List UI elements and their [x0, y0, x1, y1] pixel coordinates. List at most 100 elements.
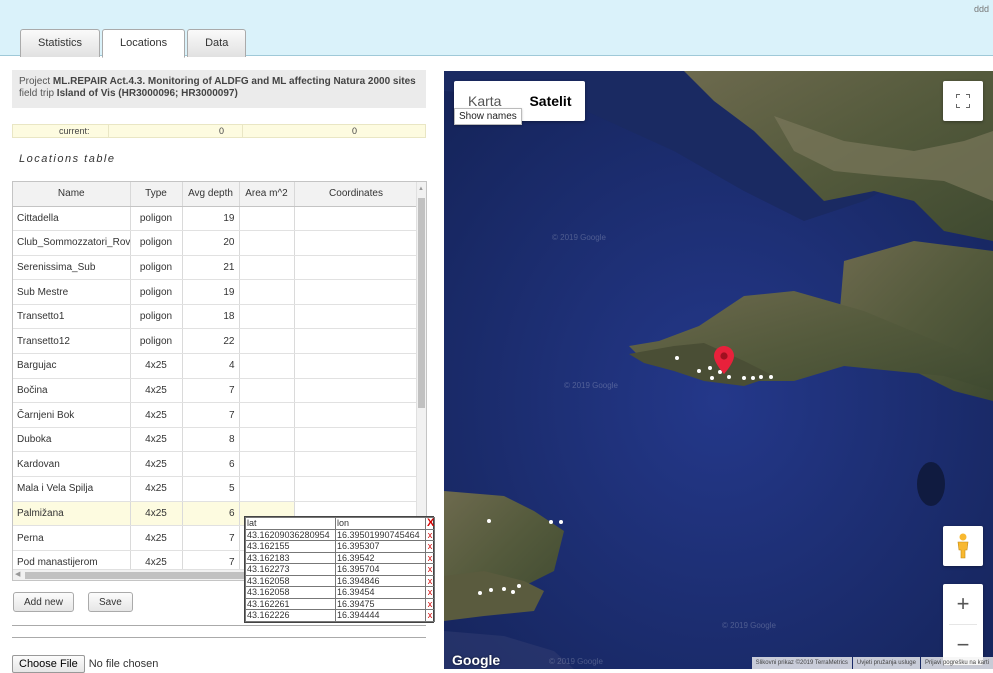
- cell-type[interactable]: poligon: [130, 279, 183, 305]
- cell-coordinates[interactable]: [294, 451, 419, 478]
- table-horizontal-scroll-thumb[interactable]: [25, 572, 250, 579]
- delete-coordinate-button[interactable]: x: [425, 528, 435, 541]
- scroll-left-arrow-icon[interactable]: ◀: [15, 570, 20, 578]
- cell-area[interactable]: [239, 328, 295, 355]
- lat-value[interactable]: 43.16209036280954: [245, 528, 336, 541]
- table-row[interactable]: Bargujac 4x25 4: [13, 353, 419, 379]
- delete-coordinate-button[interactable]: x: [425, 574, 435, 587]
- cell-coordinates[interactable]: [294, 279, 419, 305]
- cell-name[interactable]: Perna: [13, 525, 131, 551]
- location-marker-icon[interactable]: [714, 346, 734, 374]
- close-popup-button[interactable]: X: [425, 517, 435, 530]
- cell-coordinates[interactable]: [294, 206, 419, 232]
- lon-value[interactable]: 16.394846: [335, 574, 426, 587]
- cell-type[interactable]: poligon: [130, 230, 183, 256]
- cell-area[interactable]: [239, 353, 295, 379]
- cell-coordinates[interactable]: [294, 255, 419, 281]
- cell-type[interactable]: 4x25: [130, 353, 183, 379]
- cell-avg-depth[interactable]: 7: [182, 525, 240, 551]
- cell-avg-depth[interactable]: 5: [182, 476, 240, 502]
- cell-coordinates[interactable]: [294, 353, 419, 379]
- cell-name[interactable]: Bargujac: [13, 353, 131, 379]
- lat-value[interactable]: 43.162155: [245, 540, 336, 553]
- cell-type[interactable]: 4x25: [130, 451, 183, 478]
- table-vertical-scroll-thumb[interactable]: [418, 198, 425, 408]
- cell-area[interactable]: [239, 279, 295, 305]
- cell-avg-depth[interactable]: 8: [182, 427, 240, 453]
- cell-name[interactable]: Čarnjeni Bok: [13, 402, 131, 428]
- cell-name[interactable]: Kardovan: [13, 451, 131, 478]
- street-view-button[interactable]: [943, 526, 983, 566]
- cell-area[interactable]: [239, 476, 295, 502]
- scroll-up-arrow-icon[interactable]: ▲: [418, 186, 424, 192]
- cell-coordinates[interactable]: [294, 230, 419, 256]
- cell-avg-depth[interactable]: 18: [182, 304, 240, 330]
- terms-link[interactable]: Uvjeti pružanja usluge: [852, 657, 920, 669]
- choose-file-button[interactable]: Choose File: [12, 655, 85, 673]
- table-row[interactable]: Transetto12 poligon 22: [13, 328, 419, 355]
- delete-coordinate-button[interactable]: x: [425, 551, 435, 564]
- lon-value[interactable]: 16.39501990745464: [335, 528, 426, 541]
- cell-coordinates[interactable]: [294, 402, 419, 428]
- cell-coordinates[interactable]: [294, 378, 419, 404]
- cell-area[interactable]: [239, 230, 295, 256]
- cell-name[interactable]: Palmižana: [13, 501, 131, 527]
- column-header-area[interactable]: Area m^2: [239, 182, 295, 207]
- cell-area[interactable]: [239, 427, 295, 453]
- lon-value[interactable]: 16.39475: [335, 597, 426, 610]
- table-row[interactable]: Bočina 4x25 7: [13, 378, 419, 404]
- cell-avg-depth[interactable]: 21: [182, 255, 240, 281]
- cell-name[interactable]: Transetto1: [13, 304, 131, 330]
- lat-value[interactable]: 43.162183: [245, 551, 336, 564]
- cell-type[interactable]: poligon: [130, 304, 183, 330]
- table-row[interactable]: Serenissima_Sub poligon 21: [13, 255, 419, 281]
- cell-avg-depth[interactable]: 7: [182, 378, 240, 404]
- lon-value[interactable]: 16.395704: [335, 563, 426, 576]
- column-header-avg-depth[interactable]: Avg depth: [182, 182, 240, 207]
- table-vertical-scrollbar[interactable]: ▲: [416, 182, 426, 570]
- lat-value[interactable]: 43.162058: [245, 586, 336, 599]
- lon-value[interactable]: 16.395307: [335, 540, 426, 553]
- lat-value[interactable]: 43.162261: [245, 597, 336, 610]
- fullscreen-button[interactable]: [943, 81, 983, 121]
- table-row[interactable]: Club_Sommozzatori_Rovigopoligon20: [13, 230, 419, 256]
- cell-avg-depth[interactable]: 22: [182, 328, 240, 355]
- cell-type[interactable]: 4x25: [130, 402, 183, 428]
- table-row[interactable]: Transetto1 poligon 18: [13, 304, 419, 330]
- lon-value[interactable]: 16.39542: [335, 551, 426, 564]
- cell-coordinates[interactable]: [294, 427, 419, 453]
- cell-name[interactable]: Serenissima_Sub: [13, 255, 131, 281]
- lat-value[interactable]: 43.162226: [245, 609, 336, 622]
- cell-coordinates[interactable]: [294, 476, 419, 502]
- lon-value[interactable]: 16.39454: [335, 586, 426, 599]
- table-row[interactable]: Cittadella poligon 19: [13, 206, 419, 232]
- add-new-button[interactable]: Add new: [13, 592, 74, 612]
- map-view[interactable]: © 2019 Google © 2019 Google © 2019 Googl…: [444, 71, 993, 669]
- tab-statistics[interactable]: Statistics: [20, 29, 101, 57]
- cell-type[interactable]: 4x25: [130, 427, 183, 453]
- save-button[interactable]: Save: [88, 592, 133, 612]
- cell-name[interactable]: Sub Mestre: [13, 279, 131, 305]
- cell-type[interactable]: poligon: [130, 328, 183, 355]
- column-header-type[interactable]: Type: [130, 182, 183, 207]
- column-header-coordinates[interactable]: Coordinates: [294, 182, 419, 207]
- delete-coordinate-button[interactable]: x: [425, 563, 435, 576]
- cell-type[interactable]: 4x25: [130, 501, 183, 527]
- cell-type[interactable]: poligon: [130, 206, 183, 232]
- delete-coordinate-button[interactable]: x: [425, 609, 435, 622]
- cell-area[interactable]: [239, 206, 295, 232]
- table-row[interactable]: Čarnjeni Bok 4x25 7: [13, 402, 419, 428]
- report-error-link[interactable]: Prijavi pogrešku na karti: [920, 657, 993, 669]
- cell-name[interactable]: Club_Sommozzatori_Rovigo: [13, 230, 131, 256]
- cell-type[interactable]: poligon: [130, 255, 183, 281]
- tab-locations[interactable]: Locations: [102, 29, 186, 58]
- cell-area[interactable]: [239, 402, 295, 428]
- cell-coordinates[interactable]: [294, 304, 419, 330]
- cell-area[interactable]: [239, 255, 295, 281]
- table-row[interactable]: Kardovan 4x25 6: [13, 451, 419, 478]
- tab-data[interactable]: Data: [187, 29, 247, 57]
- table-row[interactable]: Mala i Vela Spilja 4x25 5: [13, 476, 419, 502]
- delete-coordinate-button[interactable]: x: [425, 540, 435, 553]
- cell-avg-depth[interactable]: 6: [182, 501, 240, 527]
- table-row[interactable]: Sub Mestre poligon 19: [13, 279, 419, 305]
